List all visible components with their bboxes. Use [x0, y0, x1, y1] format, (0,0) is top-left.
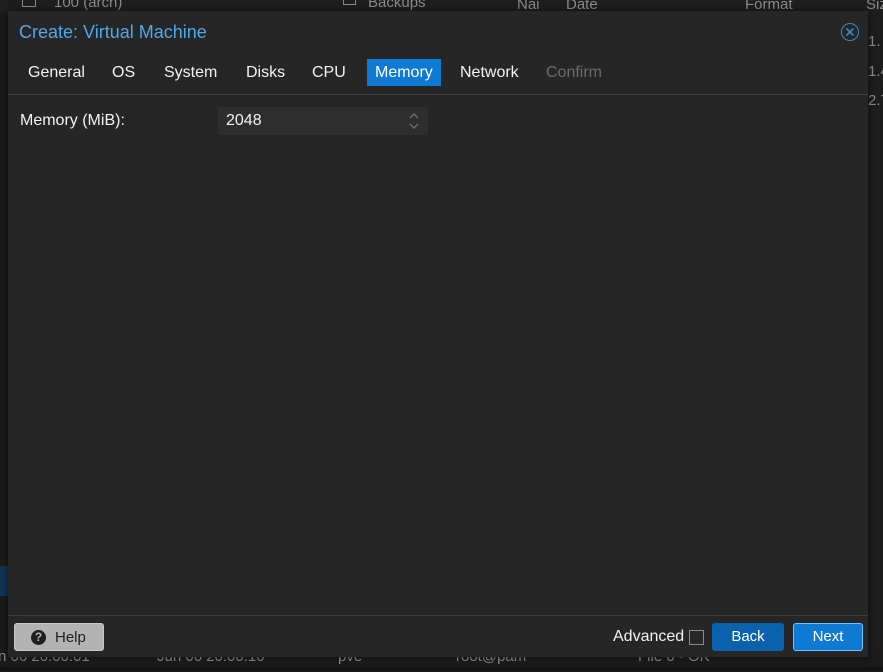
- spinner-arrows-icon: [409, 112, 419, 130]
- background-selected-row: [0, 566, 8, 596]
- close-icon: [845, 27, 855, 37]
- help-button[interactable]: ? Help: [14, 623, 104, 651]
- close-button[interactable]: [841, 23, 859, 41]
- tab-network[interactable]: Network: [452, 59, 527, 86]
- background-divider: [0, 667, 883, 671]
- size-value: 1.4: [868, 63, 883, 80]
- tab-general[interactable]: General: [20, 59, 93, 86]
- dialog-title: Create: Virtual Machine: [19, 22, 207, 42]
- footer-divider: [8, 615, 868, 616]
- memory-label: Memory (MiB):: [20, 112, 125, 129]
- back-button[interactable]: Back: [712, 623, 784, 651]
- advanced-checkbox[interactable]: [689, 630, 704, 645]
- tree-item: 100 (arch): [54, 0, 123, 11]
- background-size-column: 1. 1.4 2.7: [868, 12, 883, 672]
- memory-panel: Memory (MiB): 2048: [8, 95, 868, 615]
- vm-icon: [22, 0, 36, 7]
- tab-confirm: Confirm: [546, 64, 603, 81]
- size-value: 2.7: [868, 92, 883, 109]
- tab-disks[interactable]: Disks: [238, 59, 293, 86]
- tab-cpu[interactable]: CPU: [304, 59, 354, 86]
- memory-stepper[interactable]: [408, 111, 420, 131]
- tab-system[interactable]: System: [156, 59, 225, 86]
- create-vm-dialog: Create: Virtual Machine General OS Syste…: [8, 11, 868, 657]
- backup-icon: [343, 0, 356, 5]
- memory-input[interactable]: 2048: [218, 107, 428, 135]
- next-button[interactable]: Next: [793, 623, 863, 651]
- panel-title: Backups: [368, 0, 426, 11]
- size-value: 1.: [868, 33, 881, 50]
- tab-memory[interactable]: Memory: [367, 59, 441, 86]
- wizard-tabs: General OS System Disks CPU Memory Netwo…: [8, 59, 868, 87]
- help-label: Help: [55, 629, 86, 646]
- memory-value[interactable]: 2048: [226, 112, 262, 130]
- column-header-size: Siz: [866, 0, 883, 12]
- advanced-label: Advanced: [613, 628, 685, 645]
- question-circle-icon: ?: [31, 630, 46, 645]
- tab-os[interactable]: OS: [104, 59, 143, 86]
